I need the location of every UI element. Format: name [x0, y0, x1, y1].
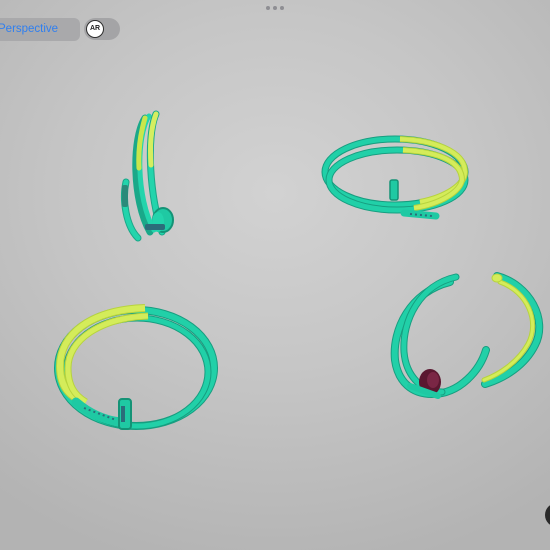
bracelet-side-view — [121, 110, 174, 242]
grabber-dot — [266, 6, 270, 10]
view-mode-button[interactable]: Perspective — [0, 18, 80, 41]
bracelet-views — [54, 110, 544, 430]
grabber-dot — [280, 6, 284, 10]
bracelet-top-right-view — [321, 135, 469, 220]
ellipsis-icon[interactable] — [266, 5, 284, 11]
model-viewport[interactable]: Perspective AR — [0, 0, 550, 550]
bracelet-bottom-left-view — [54, 304, 218, 430]
grabber-dot — [273, 6, 277, 10]
ar-toggle[interactable]: AR — [84, 18, 120, 40]
bracelet-bottom-right-view — [390, 272, 544, 399]
ar-icon: AR — [86, 20, 104, 38]
